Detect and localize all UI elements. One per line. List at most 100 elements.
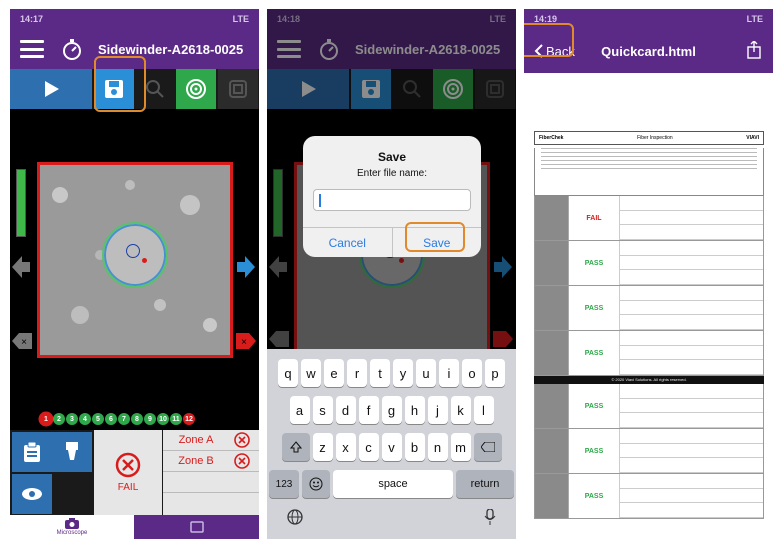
key[interactable]: o xyxy=(462,359,482,387)
doc-header: FiberChek Fiber Inspection VIAVI xyxy=(534,131,764,145)
quickcard-document: FiberChek Fiber Inspection VIAVI FAIL PA… xyxy=(534,131,764,539)
focus-button[interactable] xyxy=(176,69,216,109)
screen-save-dialog: 14:18 LTE Sidewinder-A2618-0025 Save Ent… xyxy=(267,9,516,539)
tab-microscope-label: Microscope xyxy=(56,530,88,536)
key[interactable]: m xyxy=(450,433,471,461)
key[interactable]: d xyxy=(335,396,356,424)
emoji-icon xyxy=(309,477,323,491)
key[interactable]: w xyxy=(301,359,321,387)
numbers-key[interactable]: 123 xyxy=(269,470,299,498)
fiber-3[interactable]: 3 xyxy=(66,413,78,425)
shift-key[interactable] xyxy=(281,433,310,461)
tab-microscope[interactable]: Microscope xyxy=(10,515,134,539)
fiber-1[interactable]: 1 xyxy=(40,413,52,425)
key[interactable]: k xyxy=(450,396,471,424)
fiber-entry: PASS xyxy=(534,241,764,286)
key[interactable]: n xyxy=(427,433,448,461)
key[interactable]: j xyxy=(427,396,448,424)
clear-right-icon: × xyxy=(236,333,256,349)
focus-meter xyxy=(16,169,26,237)
view-button[interactable] xyxy=(12,474,52,514)
back-highlight xyxy=(524,23,574,57)
zone-row-empty xyxy=(163,472,259,493)
menu-icon[interactable] xyxy=(20,40,44,58)
key[interactable]: g xyxy=(381,396,402,424)
key[interactable]: t xyxy=(370,359,390,387)
key[interactable]: f xyxy=(358,396,379,424)
key[interactable]: e xyxy=(324,359,344,387)
fiber-7[interactable]: 7 xyxy=(118,413,130,425)
fiber-entry: PASS xyxy=(534,474,764,519)
key[interactable]: u xyxy=(416,359,436,387)
key[interactable]: q xyxy=(278,359,298,387)
backspace-icon xyxy=(480,442,495,452)
result-box: FAIL xyxy=(94,430,162,515)
emoji-key[interactable] xyxy=(302,470,330,498)
fail-icon xyxy=(115,452,141,478)
center-frame-icon xyxy=(229,80,247,98)
file-name-input[interactable] xyxy=(313,189,471,211)
fiber-6[interactable]: 6 xyxy=(105,413,117,425)
clear-right-button[interactable]: × xyxy=(236,331,256,351)
tab-tablet[interactable] xyxy=(134,515,259,539)
key[interactable]: s xyxy=(312,396,333,424)
cancel-button[interactable]: Cancel xyxy=(303,228,392,257)
fiber-entry: PASS xyxy=(534,286,764,331)
fiber-4[interactable]: 4 xyxy=(79,413,91,425)
fiber-5[interactable]: 5 xyxy=(92,413,104,425)
report-button[interactable] xyxy=(12,432,52,472)
defect-marker xyxy=(142,258,147,263)
stopwatch-icon[interactable] xyxy=(60,37,84,61)
fiber-cladding xyxy=(102,222,168,288)
key[interactable]: i xyxy=(439,359,459,387)
key[interactable]: l xyxy=(473,396,494,424)
key[interactable]: h xyxy=(404,396,425,424)
microphone-icon[interactable] xyxy=(484,509,496,525)
key[interactable]: b xyxy=(404,433,425,461)
tip-button[interactable] xyxy=(52,432,92,472)
auto-center-button[interactable] xyxy=(218,69,258,109)
space-key[interactable]: space xyxy=(333,470,453,498)
clear-left-icon: × xyxy=(12,333,32,349)
keyboard-row-2: a s d f g h j k l xyxy=(267,396,516,424)
prev-arrow[interactable] xyxy=(12,254,30,280)
backspace-key[interactable] xyxy=(473,433,502,461)
entry-result: PASS xyxy=(584,402,604,410)
entry-result: PASS xyxy=(584,304,604,312)
fiber-12[interactable]: 12 xyxy=(183,413,195,425)
fiber-10[interactable]: 10 xyxy=(157,413,169,425)
key[interactable]: c xyxy=(358,433,379,461)
key[interactable]: r xyxy=(347,359,367,387)
fiber-8[interactable]: 8 xyxy=(131,413,143,425)
fiber-9[interactable]: 9 xyxy=(144,413,156,425)
zone-row: Zone B xyxy=(163,451,259,472)
keyboard: q w e r t y u i o p a s d f g h j k l z … xyxy=(267,349,516,539)
fiber-image xyxy=(37,162,233,358)
return-key[interactable]: return xyxy=(456,470,514,498)
globe-icon[interactable] xyxy=(287,509,303,525)
eye-icon xyxy=(22,488,42,500)
share-icon[interactable] xyxy=(747,41,761,59)
fiber-2[interactable]: 2 xyxy=(53,413,65,425)
screen-microscope: 14:17 LTE Sidewinder-A2618-0025 × × 1 2 … xyxy=(10,9,259,539)
svg-text:×: × xyxy=(241,337,247,348)
status-bar: 14:17 LTE xyxy=(10,9,259,29)
text-caret xyxy=(319,194,321,207)
key[interactable]: z xyxy=(312,433,333,461)
doc-logo: VIAVI xyxy=(746,135,759,141)
fail-icon xyxy=(234,432,250,448)
key[interactable]: a xyxy=(289,396,310,424)
doc-footer: © 2020 Viavi Solutions. All rights reser… xyxy=(534,376,764,384)
entry-result: PASS xyxy=(584,349,604,357)
fiber-entry: PASS xyxy=(534,331,764,376)
key[interactable]: v xyxy=(381,433,402,461)
fiber-11[interactable]: 11 xyxy=(170,413,182,425)
play-button[interactable] xyxy=(10,69,92,109)
next-arrow[interactable] xyxy=(237,254,255,280)
key[interactable]: y xyxy=(393,359,413,387)
entry-result: PASS xyxy=(584,447,604,455)
status-signal: LTE xyxy=(746,14,763,24)
clear-left-button[interactable]: × xyxy=(12,331,32,351)
key[interactable]: p xyxy=(485,359,505,387)
key[interactable]: x xyxy=(335,433,356,461)
